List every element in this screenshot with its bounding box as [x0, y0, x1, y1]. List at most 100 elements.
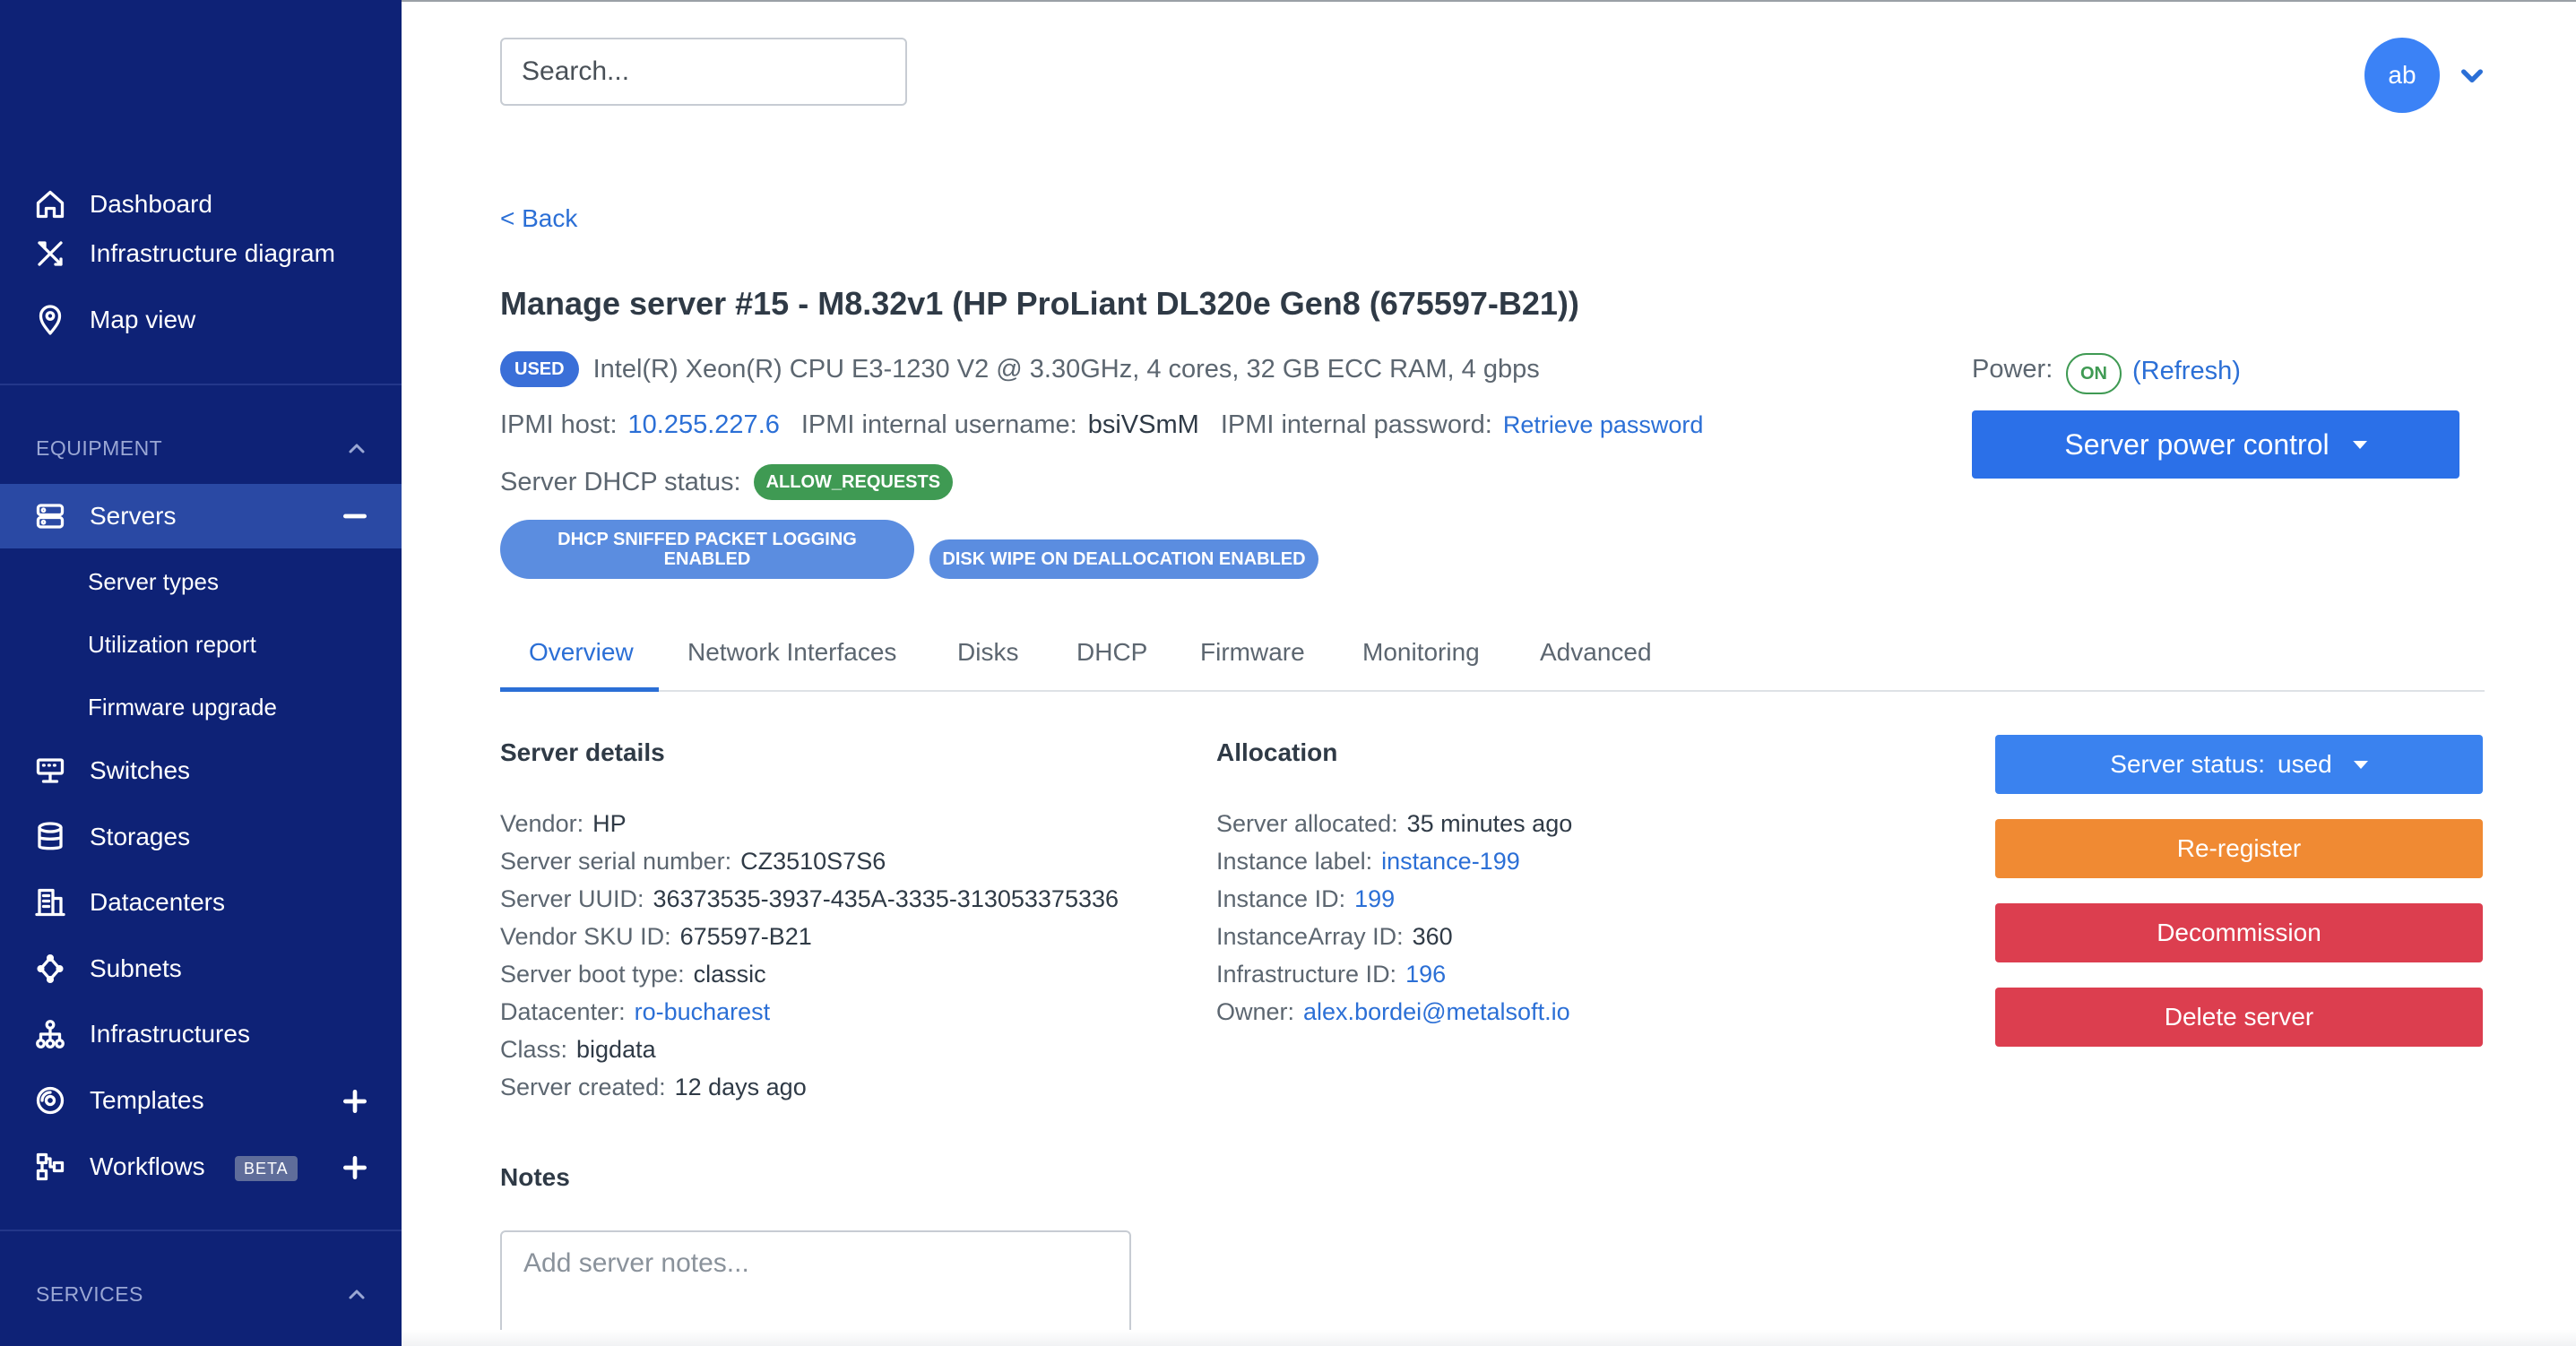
- ipmi-host-label: IPMI host:: [500, 410, 618, 439]
- sidebar-item-map-view[interactable]: Map view: [0, 288, 402, 352]
- tools-icon: [34, 237, 66, 270]
- chevron-up-icon[interactable]: [346, 437, 367, 459]
- sidebar-item-infrastructures[interactable]: Infrastructures: [0, 1002, 402, 1066]
- chevron-up-icon[interactable]: [346, 1283, 367, 1305]
- ipmi-row: IPMI host: 10.255.227.6 IPMI internal us…: [500, 410, 1703, 440]
- sidebar-subitem-firmware-upgrade[interactable]: Firmware upgrade: [88, 694, 277, 721]
- sidebar-item-infrastructure-diagram[interactable]: Infrastructure diagram: [0, 221, 402, 286]
- power-label: Power:: [1972, 355, 2053, 384]
- infrastructure-id-link[interactable]: 196: [1405, 961, 1446, 988]
- allocation-value: 35 minutes ago: [1406, 810, 1573, 837]
- detail-label: Datacenter:: [500, 998, 626, 1025]
- sidebar-subitem-utilization-report[interactable]: Utilization report: [88, 631, 256, 659]
- minus-icon[interactable]: [341, 502, 369, 531]
- detail-boot-type: Server boot type: classic: [500, 961, 766, 988]
- server-specs: Intel(R) Xeon(R) CPU E3-1230 V2 @ 3.30GH…: [592, 354, 1540, 384]
- detail-vendor: Vendor: HP: [500, 810, 627, 838]
- server-icon: [34, 500, 66, 532]
- sidebar-item-label: Dashboard: [90, 190, 212, 218]
- detail-label: Vendor:: [500, 810, 584, 837]
- allocation-server-allocated: Server allocated: 35 minutes ago: [1216, 810, 1572, 838]
- retrieve-password-link[interactable]: Retrieve password: [1503, 411, 1704, 439]
- sidebar-item-label: Switches: [90, 756, 191, 784]
- dhcp-status-label: Server DHCP status:: [500, 467, 741, 496]
- sidebar-item-datacenters[interactable]: Datacenters: [0, 870, 402, 935]
- datacenter-link[interactable]: ro-bucharest: [635, 998, 771, 1025]
- sidebar-item-switches[interactable]: Switches: [0, 738, 402, 803]
- detail-class: Class: bigdata: [500, 1036, 656, 1064]
- disc-icon: [34, 1084, 66, 1117]
- server-details-title: Server details: [500, 738, 665, 766]
- tab-network-interfaces[interactable]: Network Interfaces: [687, 638, 896, 667]
- disk-wipe-pill: DISK WIPE ON DEALLOCATION ENABLED: [929, 539, 1318, 579]
- active-tab-indicator: [500, 687, 659, 692]
- server-status-label: Server status:: [2110, 750, 2265, 778]
- hierarchy-icon: [34, 1018, 66, 1050]
- add-template-plus-icon[interactable]: [341, 1087, 369, 1116]
- map-pin-icon: [34, 304, 66, 336]
- re-register-button[interactable]: Re-register: [1995, 819, 2483, 878]
- owner-email-link[interactable]: alex.bordei@metalsoft.io: [1303, 998, 1570, 1025]
- sidebar-item-label: Map view: [90, 306, 196, 333]
- chevron-down-icon[interactable]: [2458, 61, 2486, 90]
- tab-disks[interactable]: Disks: [957, 638, 1018, 667]
- sidebar-item-subnets[interactable]: Subnets: [0, 936, 402, 1001]
- sidebar-item-label: Infrastructures: [90, 1020, 250, 1048]
- power-state-badge: ON: [2066, 353, 2122, 394]
- avatar[interactable]: ab: [2364, 38, 2440, 113]
- tabs-divider: [500, 690, 2485, 692]
- detail-vendor-sku: Vendor SKU ID: 675597-B21: [500, 923, 812, 951]
- add-workflow-plus-icon[interactable]: [341, 1153, 369, 1182]
- workflow-icon: [34, 1151, 66, 1183]
- dhcp-logging-pill-line2: ENABLED: [663, 549, 751, 569]
- sidebar-subitem-server-types[interactable]: Server types: [88, 568, 219, 596]
- section-header-equipment: EQUIPMENT: [36, 436, 163, 460]
- back-link[interactable]: < Back: [500, 204, 577, 233]
- detail-value: classic: [693, 961, 766, 988]
- allocation-value: 360: [1412, 923, 1453, 950]
- refresh-link[interactable]: (Refresh): [2132, 357, 2241, 386]
- tab-advanced[interactable]: Advanced: [1540, 638, 1652, 667]
- beta-badge: BETA: [235, 1156, 298, 1181]
- detail-value: HP: [592, 810, 627, 837]
- bottom-shade: [402, 1330, 2576, 1346]
- allocation-owner: Owner: alex.bordei@metalsoft.io: [1216, 998, 1570, 1026]
- detail-serial-number: Server serial number: CZ3510S7S6: [500, 848, 886, 876]
- allocation-instance-id: Instance ID: 199: [1216, 885, 1395, 913]
- tab-firmware[interactable]: Firmware: [1200, 638, 1305, 667]
- server-power-control-button[interactable]: Server power control: [1972, 410, 2459, 479]
- sidebar-item-label: Datacenters: [90, 888, 225, 916]
- page-title: Manage server #15 - M8.32v1 (HP ProLiant…: [500, 285, 1579, 322]
- detail-label: Vendor SKU ID:: [500, 923, 671, 950]
- sidebar-item-storages[interactable]: Storages: [0, 805, 402, 869]
- detail-label: Class:: [500, 1036, 568, 1063]
- allocation-label: Instance label:: [1216, 848, 1373, 875]
- decommission-button[interactable]: Decommission: [1995, 903, 2483, 962]
- detail-datacenter: Datacenter: ro-bucharest: [500, 998, 770, 1026]
- detail-value: 12 days ago: [674, 1074, 807, 1100]
- detail-value: CZ3510S7S6: [740, 848, 886, 875]
- switch-icon: [34, 755, 66, 787]
- server-status-dropdown[interactable]: Server status: used: [1995, 735, 2483, 794]
- ipmi-username-value: bsiVSmM: [1087, 410, 1199, 439]
- detail-uuid: Server UUID: 36373535-3937-435A-3335-3130…: [500, 885, 1119, 913]
- database-icon: [34, 821, 66, 853]
- instance-id-link[interactable]: 199: [1354, 885, 1395, 912]
- allocation-label: InstanceArray ID:: [1216, 923, 1404, 950]
- tab-dhcp[interactable]: DHCP: [1076, 638, 1147, 667]
- detail-label: Server UUID:: [500, 885, 644, 912]
- delete-server-button[interactable]: Delete server: [1995, 988, 2483, 1047]
- detail-label: Server created:: [500, 1074, 666, 1100]
- server-status-value: used: [2278, 750, 2332, 778]
- sidebar-item-label: Templates: [90, 1086, 204, 1114]
- search-input[interactable]: [500, 38, 907, 106]
- tab-overview[interactable]: Overview: [529, 638, 634, 667]
- server-notes-textarea[interactable]: [500, 1230, 1131, 1342]
- caret-down-icon: [2353, 760, 2368, 769]
- tab-monitoring[interactable]: Monitoring: [1362, 638, 1480, 667]
- instance-label-link[interactable]: instance-199: [1381, 848, 1520, 875]
- power-control-label: Server power control: [2064, 427, 2330, 461]
- sidebar-divider: [0, 1230, 402, 1231]
- ipmi-host-link[interactable]: 10.255.227.6: [628, 410, 780, 440]
- ipmi-password-label: IPMI internal password:: [1220, 410, 1492, 439]
